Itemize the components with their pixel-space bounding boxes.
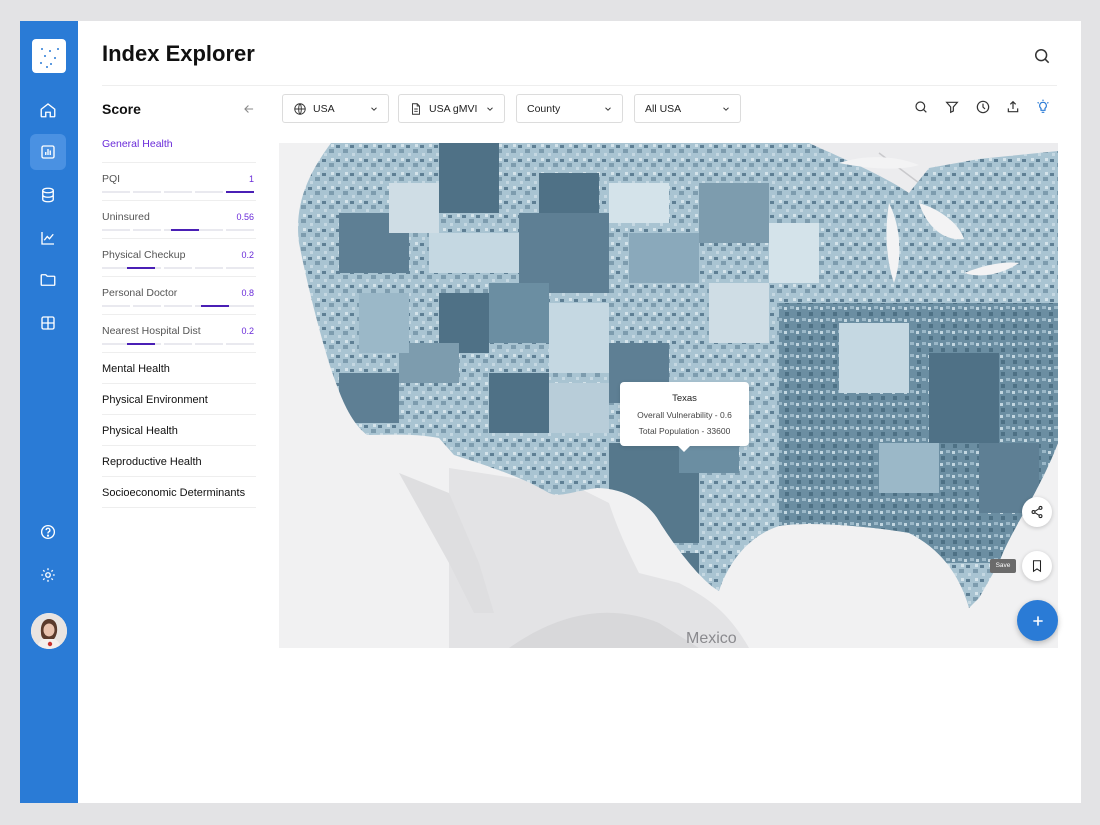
nav-trends[interactable] bbox=[30, 220, 66, 256]
chevron-down-icon bbox=[487, 107, 493, 111]
filter-button[interactable] bbox=[944, 99, 962, 117]
metric-value: 0.2 bbox=[241, 326, 254, 336]
search-icon bbox=[915, 101, 927, 113]
group-mental-health[interactable]: Mental Health bbox=[102, 353, 256, 384]
bookmark-icon bbox=[1032, 560, 1042, 573]
grid-icon bbox=[41, 316, 55, 330]
export-button[interactable] bbox=[1005, 99, 1023, 117]
nav-dashboard[interactable] bbox=[30, 134, 66, 170]
group-label: Socioeconomic Determinants bbox=[102, 487, 246, 499]
metric-label: Personal Doctor bbox=[102, 287, 178, 299]
group-label: Physical Health bbox=[102, 425, 178, 437]
country-value: USA bbox=[313, 102, 335, 115]
region-select[interactable]: All USA bbox=[634, 94, 741, 123]
export-icon bbox=[1007, 100, 1019, 113]
panel-title: Score bbox=[102, 101, 141, 117]
metric-value: 1 bbox=[248, 174, 254, 184]
add-button[interactable] bbox=[1017, 600, 1058, 641]
index-select[interactable]: USA gMVI bbox=[398, 94, 505, 123]
settings-icon bbox=[41, 568, 55, 582]
app-window: Index Explorer Score General Health PQI … bbox=[20, 21, 1081, 803]
save-button[interactable] bbox=[1022, 551, 1052, 581]
metric-label: Physical Checkup bbox=[102, 249, 186, 261]
header-divider bbox=[102, 85, 1057, 86]
nav-help[interactable] bbox=[30, 514, 66, 550]
metric-value: 0.2 bbox=[241, 250, 254, 260]
nav-apps[interactable] bbox=[30, 305, 66, 341]
folder-icon bbox=[40, 274, 56, 286]
metric-track bbox=[102, 267, 254, 269]
metric-fill bbox=[127, 343, 155, 345]
arrow-left-icon[interactable] bbox=[242, 102, 256, 116]
nav-settings[interactable] bbox=[30, 557, 66, 593]
metric-label: PQI bbox=[102, 173, 121, 185]
group-physical-health[interactable]: Physical Health bbox=[102, 415, 256, 446]
tooltip-population: Total Population - 33600 bbox=[638, 426, 731, 436]
nav-rail bbox=[20, 21, 78, 803]
level-select[interactable]: County bbox=[516, 94, 623, 123]
metric-label: Uninsured bbox=[102, 211, 150, 223]
history-button[interactable] bbox=[975, 99, 993, 117]
history-icon bbox=[976, 100, 990, 114]
database-icon bbox=[42, 187, 54, 203]
plus-icon bbox=[1032, 615, 1043, 626]
chevron-down-icon bbox=[605, 107, 611, 111]
metric-row[interactable]: PQI 1 bbox=[102, 163, 256, 201]
metric-row[interactable]: Uninsured 0.56 bbox=[102, 201, 256, 239]
home-icon bbox=[40, 103, 56, 118]
metric-value: 0.56 bbox=[236, 212, 254, 222]
tooltip-vulnerability: Overall Vulnerability - 0.6 bbox=[637, 410, 732, 420]
metric-fill bbox=[226, 191, 254, 193]
group-label: Mental Health bbox=[102, 363, 170, 375]
help-icon bbox=[40, 524, 56, 540]
line-chart-icon bbox=[41, 232, 54, 245]
metric-label: Nearest Hospital Dist bbox=[102, 325, 201, 337]
search-icon[interactable] bbox=[1032, 46, 1052, 66]
metric-fill bbox=[171, 229, 199, 231]
nav-home[interactable] bbox=[30, 92, 66, 128]
metric-list: PQI 1 Uninsured 0.56 Physical Checkup 0.… bbox=[102, 163, 256, 353]
region-tooltip: Texas Overall Vulnerability - 0.6 Total … bbox=[620, 382, 749, 452]
save-tooltip: Save bbox=[990, 559, 1016, 573]
document-icon bbox=[412, 102, 420, 115]
tooltip-title: Texas bbox=[672, 393, 697, 404]
user-avatar[interactable] bbox=[31, 613, 67, 649]
index-value: USA gMVI bbox=[429, 102, 478, 115]
metric-row[interactable]: Physical Checkup 0.2 bbox=[102, 239, 256, 277]
page-title: Index Explorer bbox=[102, 41, 255, 66]
map-search-button[interactable] bbox=[913, 99, 931, 117]
metric-row[interactable]: Personal Doctor 0.8 bbox=[102, 277, 256, 315]
country-label-mexico: Mexico bbox=[686, 630, 737, 647]
nav-data[interactable] bbox=[30, 177, 66, 213]
insight-button[interactable] bbox=[1035, 99, 1053, 117]
chevron-down-icon bbox=[371, 107, 377, 111]
filter-icon bbox=[945, 101, 959, 114]
metric-track bbox=[102, 305, 254, 307]
country-select[interactable]: USA bbox=[282, 94, 389, 123]
metric-track bbox=[102, 343, 254, 345]
metric-value: 0.8 bbox=[241, 288, 254, 298]
globe-icon bbox=[294, 102, 306, 115]
metric-row[interactable]: Nearest Hospital Dist 0.2 bbox=[102, 315, 256, 353]
app-logo[interactable] bbox=[32, 39, 66, 73]
share-icon bbox=[1031, 505, 1043, 519]
group-general-health[interactable]: General Health bbox=[102, 129, 256, 163]
score-panel: Score General Health PQI 1 Uninsured 0.5… bbox=[102, 93, 256, 508]
group-physical-environment[interactable]: Physical Environment bbox=[102, 384, 256, 415]
region-value: All USA bbox=[645, 102, 682, 115]
insight-icon bbox=[1037, 99, 1049, 113]
share-button[interactable] bbox=[1022, 497, 1052, 527]
group-label: Reproductive Health bbox=[102, 456, 202, 468]
group-socioeconomic[interactable]: Socioeconomic Determinants bbox=[102, 477, 256, 508]
panel-header: Score bbox=[102, 93, 256, 123]
chevron-down-icon bbox=[723, 107, 729, 111]
metric-fill bbox=[201, 305, 229, 307]
group-reproductive-health[interactable]: Reproductive Health bbox=[102, 446, 256, 477]
nav-folders[interactable] bbox=[30, 262, 66, 298]
level-value: County bbox=[527, 102, 561, 115]
group-label: Physical Environment bbox=[102, 394, 208, 406]
chart-bar-icon bbox=[41, 145, 55, 159]
metric-fill bbox=[127, 267, 155, 269]
